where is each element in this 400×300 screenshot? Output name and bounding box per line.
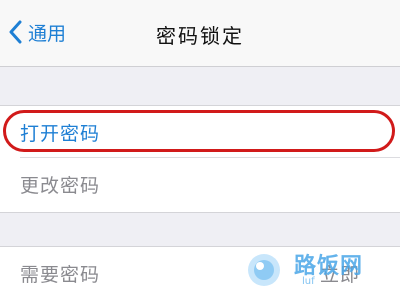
- require-passcode-label: 需要密码: [20, 263, 101, 286]
- passcode-settings-group: 打开密码 更改密码: [0, 105, 400, 213]
- passcode-lock-screen: 通用 密码锁定 打开密码 更改密码 需要密码 立即 路饭网 luf: [0, 0, 400, 300]
- navigation-bar: 通用 密码锁定: [0, 0, 400, 67]
- change-passcode-label: 更改密码: [20, 174, 101, 197]
- page-title: 密码锁定: [156, 24, 244, 48]
- change-passcode-button[interactable]: 更改密码: [0, 158, 400, 210]
- require-passcode-group: 需要密码 立即: [0, 246, 400, 300]
- turn-on-passcode-button[interactable]: 打开密码: [0, 106, 400, 158]
- require-passcode-value: 立即: [319, 263, 360, 286]
- turn-on-passcode-label: 打开密码: [20, 122, 101, 145]
- require-passcode-row[interactable]: 需要密码 立即: [0, 247, 400, 299]
